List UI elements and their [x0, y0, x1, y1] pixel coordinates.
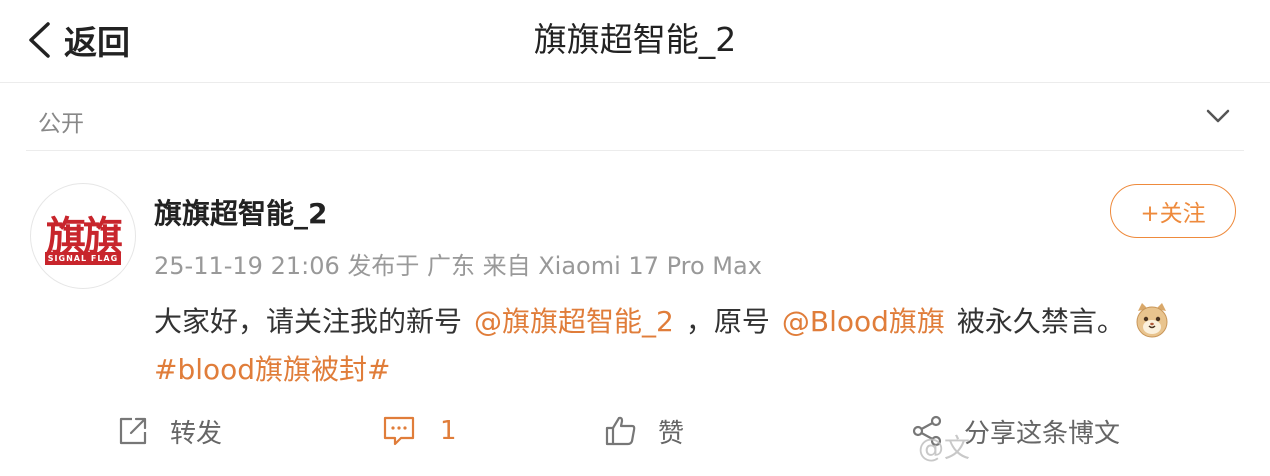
follow-button[interactable]: +关注 — [1110, 184, 1236, 238]
repost-button[interactable]: 转发 — [116, 410, 222, 452]
post-text-segment: ，原号 — [685, 305, 770, 338]
post-text-segment: 被永久禁言。 — [956, 305, 1125, 338]
watermark: @文 — [918, 434, 971, 464]
author-name[interactable]: 旗旗超智能_2 — [154, 192, 327, 232]
mention-link[interactable]: @Blood旗旗 — [782, 300, 945, 340]
cat-emoji-icon — [1136, 303, 1168, 338]
top-nav: 旗旗超智能_2 返回 — [0, 0, 1270, 83]
share-label: 分享这条博文 — [964, 418, 1121, 449]
comment-count: 1 — [440, 416, 457, 446]
back-label: 返回 — [64, 23, 130, 62]
avatar-logo-subtext: SIGNAL FLAG — [45, 252, 121, 265]
hashtag-link[interactable]: #blood旗旗被封# — [154, 348, 391, 388]
repost-label: 转发 — [170, 418, 223, 449]
post-meta: 25-11-19 21:06 发布于 广东 来自 Xiaomi 17 Pro M… — [154, 252, 762, 280]
visibility-selector[interactable]: 公开 — [26, 84, 1244, 151]
avatar[interactable]: 旗旗 SIGNAL FLAG — [30, 183, 136, 289]
chevron-down-icon — [1206, 109, 1230, 123]
page-title: 旗旗超智能_2 — [533, 20, 737, 59]
post-text: 大家好，请关注我的新号 @旗旗超智能_2 ，原号 @Blood旗旗 被永久禁言。 — [154, 300, 1171, 340]
share-out-icon — [119, 417, 147, 445]
comment-button[interactable]: 1 — [382, 410, 457, 452]
chevron-left-icon — [29, 22, 50, 58]
back-button[interactable]: 返回 — [26, 18, 130, 62]
like-label: 赞 — [658, 418, 685, 449]
visibility-label: 公开 — [38, 111, 84, 137]
comment-icon — [383, 416, 415, 446]
mention-link[interactable]: @旗旗超智能_2 — [474, 300, 674, 340]
post-text-segment: 大家好，请关注我的新号 — [154, 305, 463, 338]
like-button[interactable]: 赞 — [604, 410, 684, 452]
thumbs-up-icon — [605, 416, 636, 446]
